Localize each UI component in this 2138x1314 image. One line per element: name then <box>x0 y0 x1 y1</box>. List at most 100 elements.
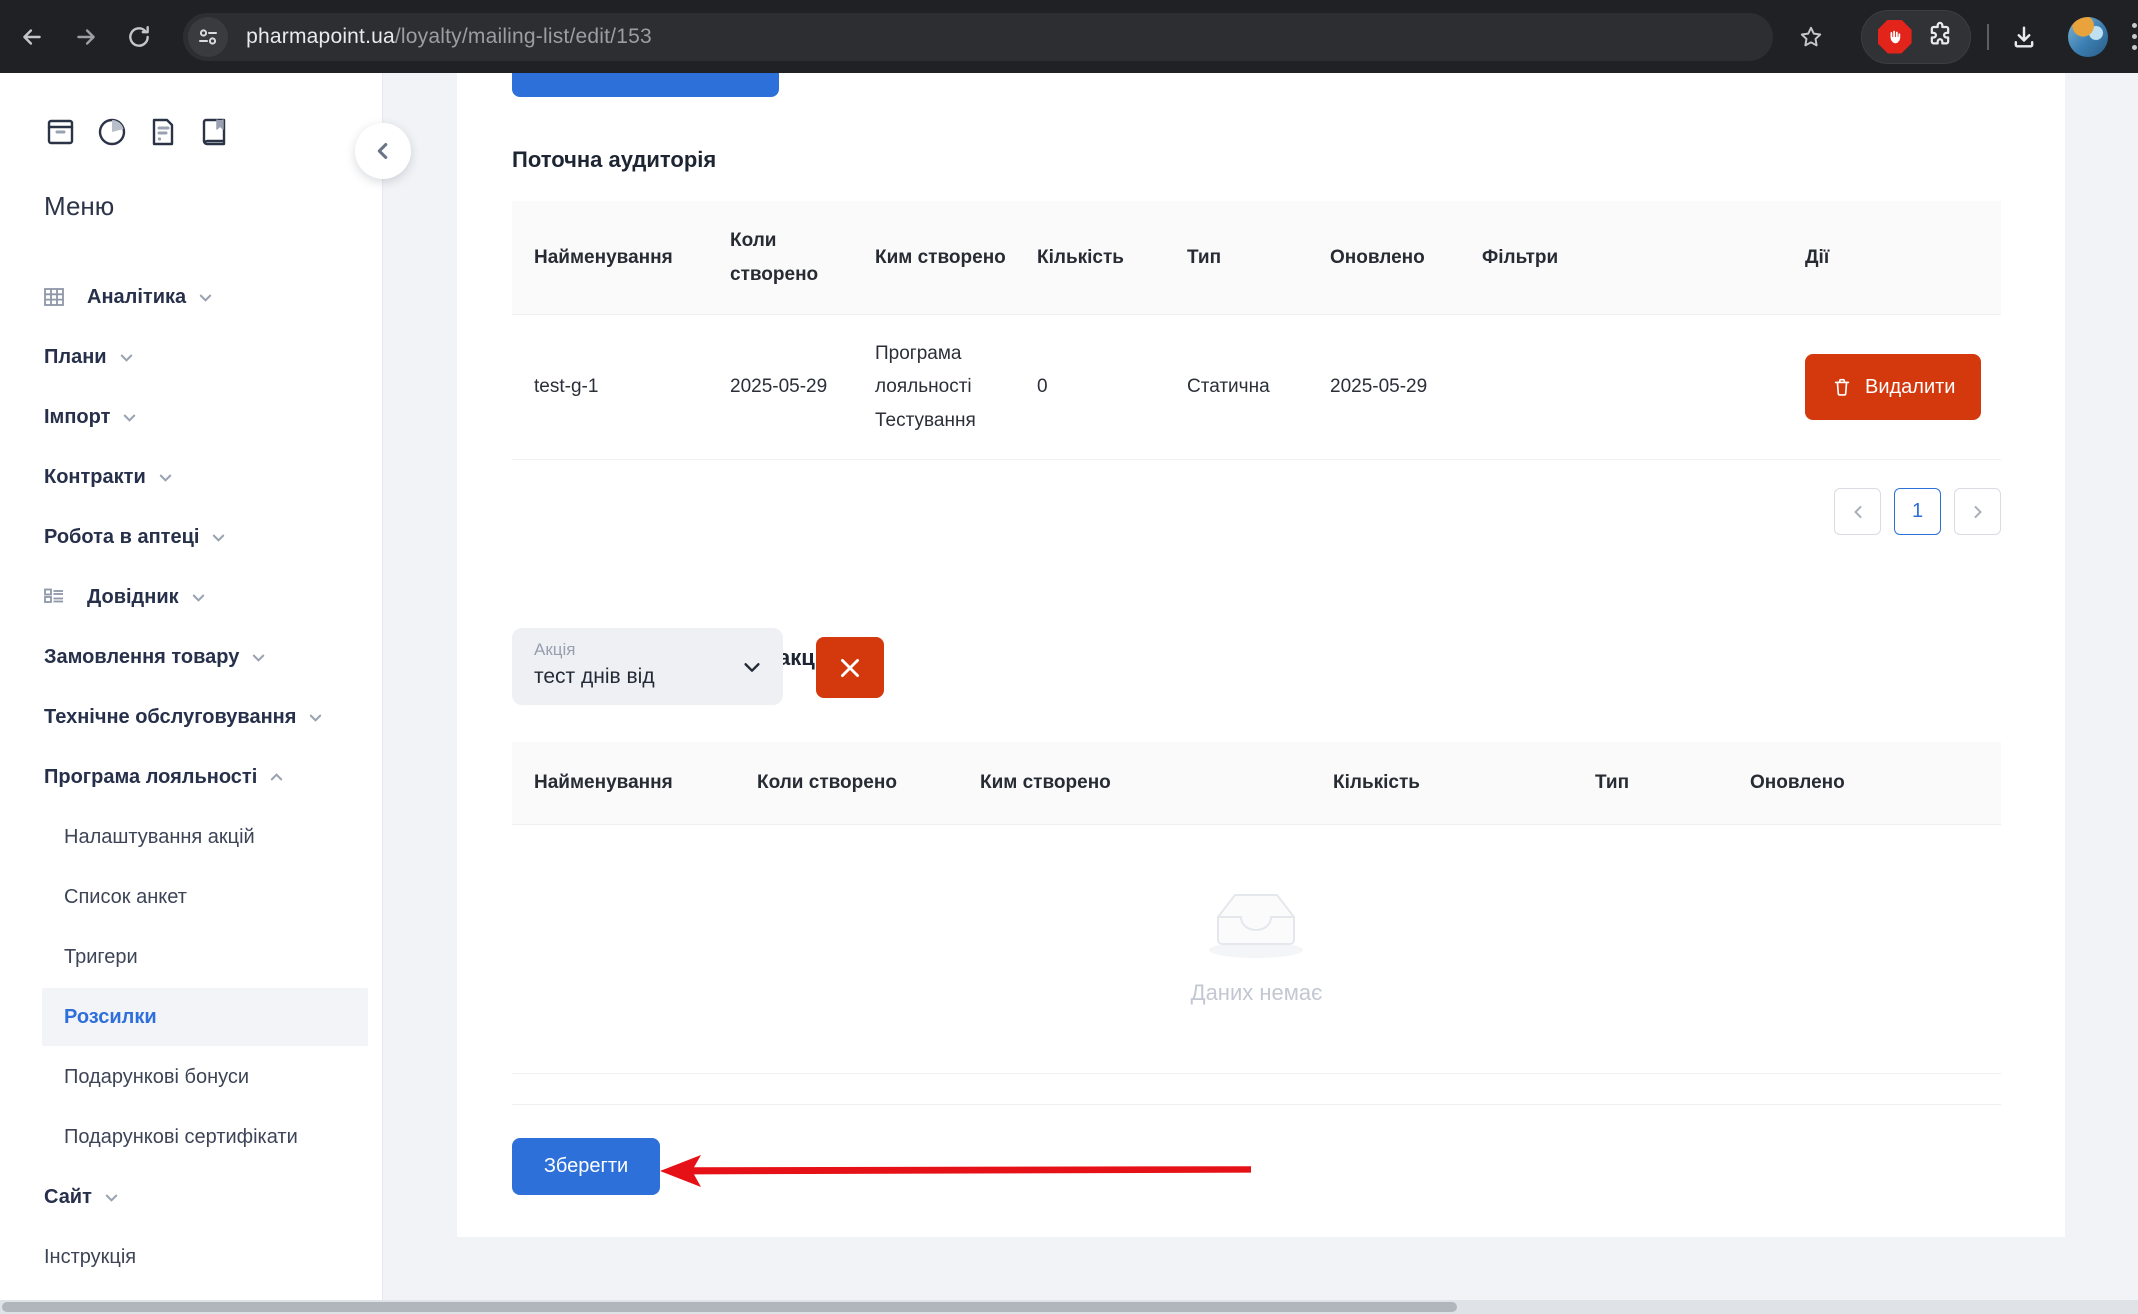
sidebar-quick-icons <box>44 115 231 149</box>
extensions-puzzle-icon[interactable] <box>1926 20 1954 53</box>
sidebar-item-pharmacy-work[interactable]: Робота в аптеці <box>0 507 383 567</box>
sidebar-item-contracts[interactable]: Контракти <box>0 447 383 507</box>
delete-button[interactable]: Видалити <box>1805 354 1981 420</box>
chevron-down-icon <box>104 1190 119 1205</box>
sidebar-item-analytics[interactable]: Аналітика <box>0 267 383 327</box>
chevron-down-icon <box>211 530 226 545</box>
address-bar[interactable]: pharmapoint.ua/loyalty/mailing-list/edit… <box>183 13 1773 61</box>
sidebar-subitem-gift-bonuses[interactable]: Подарункові бонуси <box>0 1047 383 1107</box>
adblock-icon[interactable] <box>1878 20 1912 54</box>
cell-updated: 2025-05-29 <box>1308 315 1460 459</box>
col-type: Тип <box>1573 742 1728 824</box>
promo-select[interactable]: Акція тест днів від <box>512 628 783 705</box>
chevron-down-icon <box>119 350 134 365</box>
table-header-row: Найменування Коли створено Ким створено … <box>512 201 2001 315</box>
document-icon[interactable] <box>146 115 180 149</box>
cell-count: 0 <box>1015 315 1165 459</box>
horizontal-scrollbar <box>0 1300 2138 1314</box>
clear-selection-button[interactable] <box>816 637 884 698</box>
select-value: тест днів від <box>534 665 761 689</box>
grid-icon <box>43 286 65 308</box>
col-type: Тип <box>1165 201 1308 314</box>
col-updated: Оновлено <box>1308 201 1460 314</box>
cell-created-by: Програма лояльності Тестування <box>853 315 1015 459</box>
col-actions: Дії <box>1783 201 2001 314</box>
chevron-down-icon <box>198 290 213 305</box>
chevron-down-icon <box>158 470 173 485</box>
cell-filters <box>1460 315 1783 459</box>
main-content: Поточна аудиторія Найменування Коли ство… <box>383 73 2138 1300</box>
red-arrow-annotation <box>657 1153 1257 1189</box>
pie-chart-icon[interactable] <box>95 115 129 149</box>
app-window: Меню Аналітика Плани Імпорт Контракти Ро… <box>0 73 2138 1300</box>
current-audience-title: Поточна аудиторія <box>512 147 716 173</box>
pagination-next-button[interactable] <box>1954 488 2001 535</box>
pagination-page-1[interactable]: 1 <box>1894 488 1941 535</box>
col-created-at: Коли створено <box>708 201 853 314</box>
list-icon <box>43 586 65 608</box>
table-row: test-g-1 2025-05-29 Програма лояльності … <box>512 315 2001 460</box>
sidebar-menu-title: Меню <box>44 191 114 222</box>
pagination-prev-button[interactable] <box>1834 488 1881 535</box>
book-icon[interactable] <box>197 115 231 149</box>
sidebar-item-site[interactable]: Сайт <box>0 1167 383 1227</box>
site-info-icon[interactable] <box>188 17 228 57</box>
scrollbar-thumb[interactable] <box>2 1302 1457 1312</box>
close-icon <box>837 655 863 681</box>
archive-box-icon[interactable] <box>44 115 78 149</box>
sidebar-subitem-questionnaires[interactable]: Список анкет <box>0 867 383 927</box>
back-icon[interactable] <box>10 15 54 59</box>
forward-icon[interactable] <box>64 15 108 59</box>
select-floating-label: Акція <box>534 640 761 660</box>
url-domain: pharmapoint.ua <box>246 25 395 48</box>
sidebar: Меню Аналітика Плани Імпорт Контракти Ро… <box>0 73 383 1300</box>
col-name: Найменування <box>512 201 708 314</box>
sidebar-item-plans[interactable]: Плани <box>0 327 383 387</box>
col-filters: Фільтри <box>1460 201 1783 314</box>
chevron-down-icon <box>122 410 137 425</box>
chevron-right-icon <box>1970 504 1986 520</box>
downloads-icon[interactable] <box>2003 15 2047 59</box>
save-button[interactable]: Зберегти <box>512 1138 660 1195</box>
sidebar-subitem-gift-certificates[interactable]: Подарункові сертифікати <box>0 1107 383 1167</box>
sidebar-item-maintenance[interactable]: Технічне обслуговування <box>0 687 383 747</box>
pagination: 1 <box>1834 488 2001 535</box>
sidebar-subitem-triggers[interactable]: Тригери <box>0 927 383 987</box>
profile-avatar[interactable] <box>2068 17 2108 57</box>
trash-icon <box>1831 376 1853 398</box>
sidebar-subitem-mailings-active[interactable]: Розсилки <box>0 987 383 1047</box>
chevron-left-icon <box>1850 504 1866 520</box>
promo-audience-table: Найменування Коли створено Ким створено … <box>512 742 2001 1105</box>
table-header-row: Найменування Коли створено Ким створено … <box>512 742 2001 825</box>
bookmark-star-icon[interactable] <box>1789 15 1833 59</box>
empty-inbox-icon <box>1208 886 1305 960</box>
col-updated: Оновлено <box>1728 742 2001 824</box>
chevron-down-icon <box>191 590 206 605</box>
chevron-left-icon <box>372 140 394 162</box>
sidebar-subitem-promo-settings[interactable]: Налаштування акцій <box>0 807 383 867</box>
empty-state-text: Даних немає <box>1191 974 1323 1013</box>
col-created-at: Коли створено <box>735 742 958 824</box>
reload-icon[interactable] <box>117 15 161 59</box>
sidebar-item-goods-order[interactable]: Замовлення товару <box>0 627 383 687</box>
browser-toolbar: pharmapoint.ua/loyalty/mailing-list/edit… <box>0 0 2138 73</box>
cell-type: Статична <box>1165 315 1308 459</box>
clipped-top-button[interactable] <box>512 73 779 97</box>
sidebar-collapse-button[interactable] <box>355 123 411 179</box>
content-card: Поточна аудиторія Найменування Коли ство… <box>457 73 2065 1237</box>
sidebar-item-loyalty-program[interactable]: Програма лояльності <box>0 747 383 807</box>
col-created-by: Ким створено <box>958 742 1311 824</box>
browser-menu-icon[interactable] <box>2132 23 2138 50</box>
chevron-down-icon <box>741 656 763 678</box>
extensions-area <box>1861 10 1971 64</box>
col-count: Кількість <box>1311 742 1573 824</box>
cell-created-at: 2025-05-29 <box>708 315 853 459</box>
empty-state: Даних немає <box>512 825 2001 1074</box>
chevron-up-icon <box>269 770 284 785</box>
url-path: /loyalty/mailing-list/edit/153 <box>395 25 652 48</box>
sidebar-nav: Аналітика Плани Імпорт Контракти Робота … <box>0 267 383 1287</box>
sidebar-item-directory[interactable]: Довідник <box>0 567 383 627</box>
cell-actions: Видалити <box>1783 315 2001 459</box>
sidebar-item-instruction[interactable]: Інструкція <box>0 1227 383 1287</box>
sidebar-item-import[interactable]: Імпорт <box>0 387 383 447</box>
